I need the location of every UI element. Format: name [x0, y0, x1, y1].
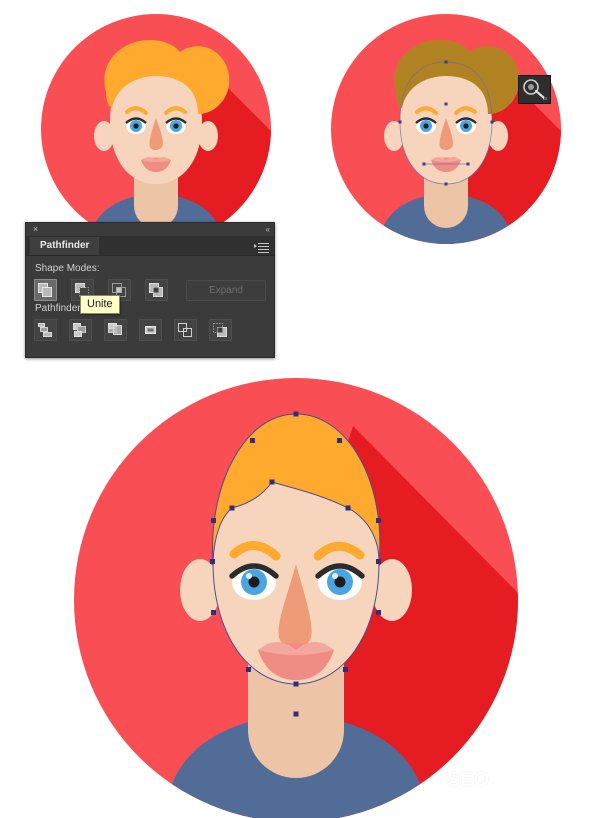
expand-button[interactable]: Expand: [186, 279, 266, 301]
panel-titlebar[interactable]: × «: [26, 223, 274, 237]
shape-mode-exclude-button[interactable]: [145, 279, 168, 301]
shape-modes-row: Expand: [34, 279, 266, 301]
eye-right: [165, 117, 187, 134]
pathfinders-label: Pathfinders:: [35, 303, 89, 314]
shape-mode-unite-button[interactable]: [34, 279, 57, 301]
avatar-step-2: [318, 14, 576, 244]
pathfinder-minus-back-button[interactable]: [209, 319, 232, 341]
eye-right: [455, 117, 477, 134]
illustrator-canvas: × « Pathfinder Shape Modes: Expand Pathf…: [0, 0, 600, 818]
close-icon[interactable]: ×: [31, 225, 40, 234]
avatar-step-3: [48, 378, 548, 818]
eye-right: [315, 563, 365, 600]
pathfinders-row: [34, 319, 266, 341]
tab-pathfinder[interactable]: Pathfinder: [30, 237, 100, 255]
eye-left: [125, 117, 147, 134]
panel-menu-icon[interactable]: [254, 241, 270, 253]
collapse-icon[interactable]: «: [266, 225, 271, 234]
pathfinder-divide-button[interactable]: [34, 319, 57, 341]
pathfinder-crop-button[interactable]: [139, 319, 162, 341]
unite-tooltip: Unite: [80, 295, 120, 314]
eye-left: [229, 563, 279, 600]
pathfinder-outline-button[interactable]: [174, 319, 197, 341]
pathfinder-merge-button[interactable]: [104, 319, 127, 341]
eye-left: [415, 117, 437, 134]
panel-body: Shape Modes: Expand Pathfinders:: [26, 256, 274, 341]
pathfinder-panel[interactable]: × « Pathfinder Shape Modes: Expand Pathf…: [25, 222, 275, 358]
avatar-step-1: [28, 14, 286, 244]
pen-tool-cursor-icon: [518, 75, 551, 104]
shape-modes-label: Shape Modes:: [35, 263, 100, 274]
panel-tabstrip[interactable]: Pathfinder: [26, 237, 274, 256]
pathfinder-trim-button[interactable]: [69, 319, 92, 341]
